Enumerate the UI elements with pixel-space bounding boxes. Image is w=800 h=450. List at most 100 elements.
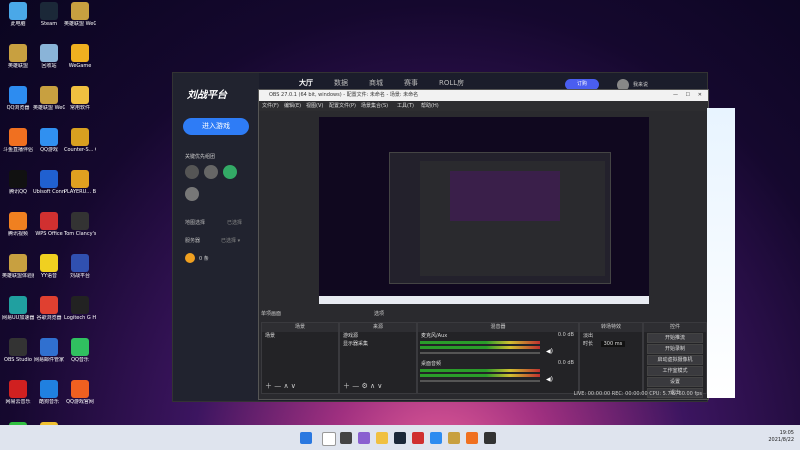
desktop-icon[interactable]: PLAYERU... BATTLEGR... xyxy=(64,170,96,195)
desktop-icon[interactable]: 英雄联盟 xyxy=(2,44,34,69)
obs-preview[interactable] xyxy=(319,117,649,304)
obs-window[interactable]: OBS 27.0.1 (64 bit, windows) - 配置文件: 未命名… xyxy=(258,89,709,400)
server-value[interactable]: 已选择 ▾ xyxy=(221,237,240,244)
desktop-icon[interactable]: WeGame xyxy=(64,44,96,69)
tab-events[interactable]: 赛事 xyxy=(404,78,418,88)
desktop-icon[interactable]: 谷歌浏览器 xyxy=(33,296,65,321)
start-streaming-button[interactable]: 开始推流 xyxy=(647,333,703,343)
avatar[interactable] xyxy=(185,187,199,201)
menu-tools[interactable]: 工具(T) xyxy=(397,101,414,111)
studio-mode-button[interactable]: 工作室模式 xyxy=(647,366,703,376)
desktop-icon-label: QQ浏览器 xyxy=(6,105,30,111)
desktop-icon[interactable]: 腾讯视频 xyxy=(2,212,34,237)
desktop-icon-label: 英雄联盟 WeGame版 xyxy=(64,21,96,27)
widgets-icon[interactable] xyxy=(358,432,370,444)
desktop-icon[interactable]: QQ音乐 xyxy=(64,338,96,363)
maximize-icon[interactable]: ☐ xyxy=(686,90,690,101)
desktop-icon[interactable]: Logitech G HUB xyxy=(64,296,96,321)
desktop-icon[interactable]: OBS Studio xyxy=(2,338,34,363)
desktop-icon[interactable]: YY语音 xyxy=(33,254,65,279)
desktop-icon[interactable]: 网易云音乐 xyxy=(2,380,34,405)
avatar[interactable] xyxy=(222,165,237,179)
enter-game-button[interactable]: 进入游戏 xyxy=(183,118,249,135)
start-icon[interactable] xyxy=(300,432,312,444)
desktop-icon[interactable]: WPS Office xyxy=(33,212,65,237)
desktop-icon[interactable]: 刘战平台 xyxy=(64,254,96,279)
obs-title-text: OBS 27.0.1 (64 bit, windows) - 配置文件: 未命名… xyxy=(269,92,419,98)
desktop-icon[interactable]: Counter-S... Global Off... xyxy=(64,128,96,153)
transition-type[interactable]: 淡出 xyxy=(580,332,642,340)
map-select-value[interactable]: 已选择 xyxy=(227,219,242,226)
file-explorer-icon[interactable] xyxy=(376,432,388,444)
minimize-icon[interactable]: — xyxy=(673,90,678,101)
desktop-icon[interactable]: 常用软件 xyxy=(64,86,96,111)
desktop-icon-label: QQ游戏官网 xyxy=(66,399,94,405)
scene-item[interactable]: 场景 xyxy=(262,332,338,340)
tab-data[interactable]: 数据 xyxy=(334,78,348,88)
menu-file[interactable]: 文件(F) xyxy=(262,101,279,111)
clock[interactable]: 19:05 2021/8/22 xyxy=(768,430,794,444)
tab-roll-room[interactable]: ROLL房 xyxy=(439,78,464,88)
desktop-icon[interactable]: 网易UU加速器 xyxy=(2,296,34,321)
app-icon xyxy=(71,296,89,314)
studio-label: 单项画面 xyxy=(261,311,282,317)
background-browser-window[interactable] xyxy=(707,108,735,398)
menu-view[interactable]: 视图(V) xyxy=(306,101,323,111)
settings-button[interactable]: 设置 xyxy=(647,377,703,387)
volume-slider[interactable] xyxy=(420,352,540,354)
top-options[interactable]: 选项 xyxy=(374,310,384,317)
obs-titlebar: OBS 27.0.1 (64 bit, windows) - 配置文件: 未命名… xyxy=(259,90,708,101)
desktop-icon[interactable]: Ubisoft Connect xyxy=(33,170,65,195)
qq-browser-icon[interactable] xyxy=(430,432,442,444)
speaker-icon[interactable]: ◀) xyxy=(546,348,553,355)
user-name[interactable]: 我来说 xyxy=(633,81,648,88)
avatar[interactable] xyxy=(203,165,218,179)
menu-profile[interactable]: 配置文件(P) xyxy=(329,101,356,111)
volume-slider[interactable] xyxy=(420,380,540,382)
desktop-icon[interactable]: 斗鱼直播伴侣 xyxy=(2,128,34,153)
app-icon xyxy=(9,170,27,188)
desktop-icon-label: 常用软件 xyxy=(69,105,90,111)
source-item[interactable]: 游戏源 xyxy=(340,332,416,340)
clock-time: 19:05 xyxy=(779,430,794,436)
friend-avatars[interactable] xyxy=(185,165,240,203)
desktop-icon[interactable]: QQ游戏官网 xyxy=(64,380,96,405)
netease-music-icon[interactable] xyxy=(412,432,424,444)
desktop-icon[interactable]: 英雄联盟 WeGame版 xyxy=(64,2,96,27)
speaker-icon[interactable]: ◀) xyxy=(546,376,553,383)
app-icon xyxy=(40,86,58,104)
menu-scene-collection[interactable]: 场景集合(S) xyxy=(361,101,388,111)
virtual-camera-button[interactable]: 启动虚拟摄像机 xyxy=(647,355,703,365)
volume-meter xyxy=(420,346,540,349)
obs-icon[interactable] xyxy=(484,432,496,444)
app-icon xyxy=(40,128,58,146)
desktop-icon[interactable]: QQ浏览器 xyxy=(2,86,34,111)
task-view-icon[interactable] xyxy=(340,432,352,444)
douyu-icon[interactable] xyxy=(466,432,478,444)
desktop-icon[interactable]: 回收站 xyxy=(33,44,65,69)
obs-statusbar: LIVE: 00:00:00 REC: 00:00:00 CPU: 5.7%, … xyxy=(259,389,708,399)
duration-input[interactable]: 300 ms xyxy=(600,341,626,347)
desktop-icon[interactable]: Steam xyxy=(33,2,65,27)
source-item[interactable]: 显示器采集 xyxy=(340,340,416,348)
desktop-icon[interactable]: 腾讯QQ xyxy=(2,170,34,195)
tab-shop[interactable]: 商城 xyxy=(369,78,383,88)
desktop-icon[interactable]: 此电脑 xyxy=(2,2,34,27)
desktop-icon[interactable]: QQ游戏 xyxy=(33,128,65,153)
desktop-icon[interactable]: 英雄联盟 WeGame版 xyxy=(33,86,65,111)
menu-edit[interactable]: 编辑(E) xyxy=(284,101,301,111)
desktop-icon[interactable]: Tom Clancy's R... xyxy=(64,212,96,237)
volume-meter xyxy=(420,341,540,344)
close-icon[interactable]: ✕ xyxy=(698,90,702,101)
tab-lobby[interactable]: 大厅 xyxy=(299,78,313,88)
desktop-icon[interactable]: 网易邮件管家 xyxy=(33,338,65,363)
desktop-icon[interactable]: 酷狗音乐 xyxy=(33,380,65,405)
start-recording-button[interactable]: 开始录制 xyxy=(647,344,703,354)
steam-icon[interactable] xyxy=(394,432,406,444)
menu-help[interactable]: 帮助(H) xyxy=(421,101,439,111)
app-icon xyxy=(40,170,58,188)
search-icon[interactable] xyxy=(322,432,336,446)
desktop-icon[interactable]: 英雄联盟体验服 xyxy=(2,254,34,279)
avatar[interactable] xyxy=(185,165,199,179)
league-icon[interactable] xyxy=(448,432,460,444)
